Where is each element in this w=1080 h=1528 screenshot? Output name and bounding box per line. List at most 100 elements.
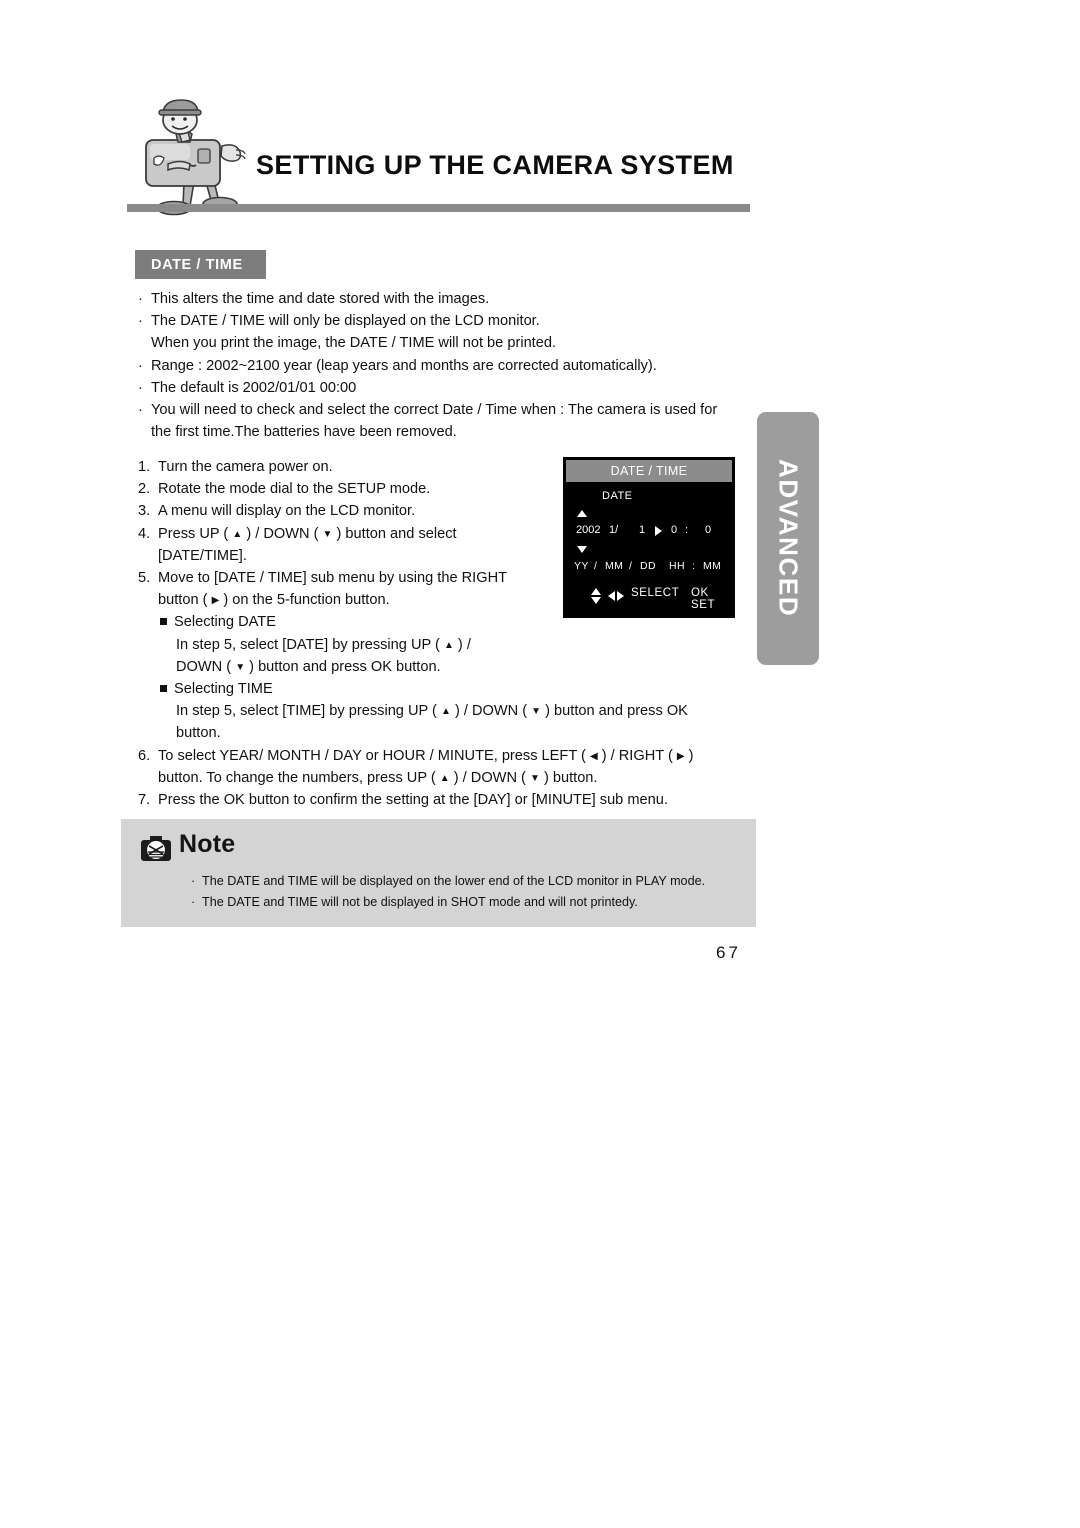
title-divider [127,204,750,212]
step-text: ) / DOWN ( [246,525,319,542]
lcd-footer-bar: SELECT OK SET [563,585,735,611]
step-number: 4. [138,525,151,542]
triangle-right-icon: ▶ [676,750,685,762]
lcd-format-yy: YY [574,560,589,572]
triangle-up-icon [577,510,587,517]
triangle-up-icon: ▲ [232,528,243,540]
triangle-down-icon [577,546,587,553]
step-text: [DATE/TIME]. [158,547,247,564]
lcd-day-value: 1 [639,524,646,536]
step-text: ) / RIGHT ( [601,747,673,764]
step-number: 3. [138,503,151,520]
step-text: Turn the camera power on. [158,459,333,475]
bullet-text: The default is 2002/01/01 00:00 [151,379,357,396]
step-text: ) / DOWN ( [454,703,528,720]
list-item-continuation: When you print the image, the DATE / TIM… [138,332,738,354]
list-item: · The DATE / TIME will only be displayed… [138,310,738,332]
document-page: SETTING UP THE CAMERA SYSTEM DATE / TIME… [0,0,1080,1528]
leftright-arrows-icon [608,591,626,602]
lcd-okset-label: OK SET [691,587,716,611]
page-header: SETTING UP THE CAMERA SYSTEM [120,92,880,227]
note-list: · The DATE and TIME will be displayed on… [191,871,751,913]
bullet-text: This alters the time and date stored wit… [151,291,490,307]
step-text: To select YEAR/ MONTH / DAY or HOUR / MI… [158,747,586,764]
triangle-up-icon: ▲ [439,772,450,784]
triangle-down-icon: ▼ [322,528,333,540]
lcd-format-sep2: / [629,560,633,572]
lcd-select-label: SELECT [631,587,680,599]
updown-arrows-icon [590,588,602,605]
lcd-format-hh: HH [669,560,685,572]
subsection-selecting-time: Selecting TIME [138,678,838,700]
step-number: 5. [138,570,151,587]
step-text: A menu will display on the LCD monitor. [158,503,416,520]
step-text: ) button. [543,769,598,786]
lcd-format-sep1: / [594,560,598,572]
bullet-text: the first time.The batteries have been r… [151,424,457,441]
camera-mascot-illustration [128,94,256,222]
step-text: ) button and select [336,525,457,542]
selecting-date-line-2: DOWN ( ▼ ) button and press OK button. [138,656,838,678]
bullet-marker: · [191,895,196,909]
step-6-continuation: button. To change the numbers, press UP … [138,767,838,789]
list-item: · This alters the time and date stored w… [138,288,738,310]
subsection-label: Selecting DATE [174,614,276,631]
lcd-month-value: 1/ [609,524,619,536]
triangle-right-icon [655,526,662,536]
step-number: 6. [138,747,151,764]
intro-bullet-list: · This alters the time and date stored w… [138,288,738,443]
side-tab-advanced: ADVANCED [757,412,819,665]
note-list-item: · The DATE and TIME will not be displaye… [191,892,751,913]
triangle-up-icon: ▲ [440,706,451,718]
note-list-item: · The DATE and TIME will be displayed on… [191,871,751,892]
step-7: 7. Press the OK button to confirm the set… [138,789,838,811]
step-text: In step 5, select [TIME] by pressing UP … [176,703,437,720]
list-item-continuation: the first time.The batteries have been r… [138,421,738,443]
list-item: · Range : 2002~2100 year (leap years and… [138,355,738,377]
step-number: 7. [138,792,151,809]
bullet-marker: · [138,379,143,396]
lcd-format-min: MM [703,560,722,572]
step-text: Move to [DATE / TIME] sub menu by using … [158,570,508,587]
camera-note-icon [139,833,173,863]
bullet-text: You will need to check and select the co… [151,402,718,419]
note-box: Note · The DATE and TIME will be display… [121,819,756,927]
step-text: button ( [158,592,208,609]
selecting-time-line-1: In step 5, select [TIME] by pressing UP … [138,700,838,722]
selecting-date-line-1: In step 5, select [DATE] by pressing UP … [138,634,838,656]
triangle-down-icon: ▼ [235,661,246,673]
list-item: · You will need to check and select the … [138,399,738,421]
lcd-time-colon: : [685,524,689,536]
note-title: Note [179,830,236,858]
lcd-year-value: 2002 [576,524,601,536]
triangle-left-icon: ◀ [589,750,598,762]
step-number: 1. [138,459,151,475]
bullet-marker: · [138,313,143,330]
step-text: DOWN ( [176,658,232,675]
step-text: button. [176,725,221,742]
note-text: The DATE and TIME will be displayed on t… [202,874,706,888]
step-6: 6. To select YEAR/ MONTH / DAY or HOUR / … [138,745,838,767]
step-text: Press UP ( [158,525,229,542]
section-badge-date-time: DATE / TIME [135,250,266,279]
step-text: ) button and press OK button. [249,658,441,675]
bullet-marker: · [191,874,196,888]
step-text: Press the OK button to confirm the setti… [158,792,668,809]
bullet-text: The DATE / TIME will only be displayed o… [151,313,540,330]
side-tab-label: ADVANCED [773,459,804,618]
lcd-format-dd: DD [640,560,656,572]
lcd-format-colon: : [692,560,696,572]
page-title: SETTING UP THE CAMERA SYSTEM [256,150,734,180]
step-text: ) / [457,636,471,653]
triangle-up-icon: ▲ [443,639,454,651]
step-text: Rotate the mode dial to the SETUP mode. [158,481,431,498]
bullet-text: When you print the image, the DATE / TIM… [151,335,557,352]
step-text: ) / DOWN ( [453,769,526,786]
bullet-marker: · [138,291,143,307]
triangle-down-icon: ▼ [531,706,542,718]
subsection-label: Selecting TIME [174,681,273,698]
list-item: · The default is 2002/01/01 00:00 [138,377,738,399]
lcd-format-mm: MM [605,560,624,572]
triangle-right-icon: ▶ [211,595,220,607]
bullet-text: Range : 2002~2100 year (leap years and m… [151,357,657,374]
